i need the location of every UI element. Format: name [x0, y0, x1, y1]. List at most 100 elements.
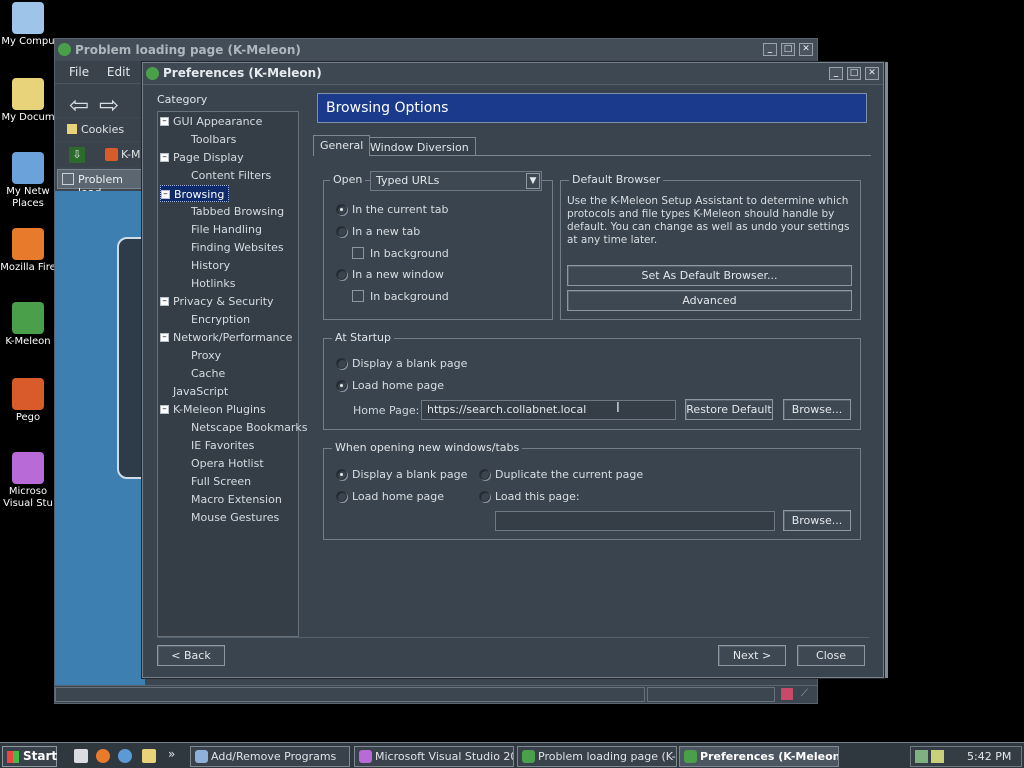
- forward-arrow-icon[interactable]: ⇨: [99, 91, 119, 119]
- tree-collapse-icon[interactable]: –: [160, 404, 169, 414]
- prefs-titlebar[interactable]: Preferences (K-Meleon) _ □ ✕: [143, 63, 883, 85]
- radio-new-blank[interactable]: Display a blank page: [336, 468, 467, 482]
- tree-collapse-icon[interactable]: –: [160, 296, 169, 306]
- next-button[interactable]: Next >: [718, 645, 786, 666]
- maximize-button[interactable]: □: [781, 43, 795, 56]
- back-window-scrollbar[interactable]: [884, 62, 888, 678]
- search-quicklaunch-icon[interactable]: [142, 749, 156, 763]
- taskbar-app-icon: [195, 750, 208, 763]
- tree-item[interactable]: Full Screen: [191, 473, 251, 490]
- taskbar-button-label: Add/Remove Programs: [211, 750, 337, 763]
- radio-new-window[interactable]: In a new window: [336, 268, 444, 282]
- radio-current-tab[interactable]: In the current tab: [336, 203, 448, 217]
- menu-edit[interactable]: Edit: [107, 65, 130, 79]
- tree-item[interactable]: File Handling: [191, 221, 262, 238]
- tree-item[interactable]: Content Filters: [191, 167, 271, 184]
- bookmark-cookies[interactable]: Cookies: [81, 123, 124, 136]
- tree-item[interactable]: Netscape Bookmarks: [191, 419, 308, 436]
- start-button[interactable]: Start: [2, 746, 57, 767]
- checkbox-tab-background[interactable]: In background: [352, 247, 449, 261]
- tree-item[interactable]: – Privacy & Security: [160, 293, 274, 310]
- back-window-titlebar[interactable]: Problem loading page (K-Meleon) _ □ ✕: [55, 39, 817, 61]
- show-desktop-icon[interactable]: [74, 749, 88, 763]
- tree-item[interactable]: Hotlinks: [191, 275, 236, 292]
- advanced-button[interactable]: Advanced: [567, 290, 852, 311]
- open-select[interactable]: Typed URLs ▼: [370, 171, 542, 191]
- monitor-tray-icon[interactable]: [931, 750, 944, 763]
- tree-item[interactable]: – GUI Appearance: [160, 113, 262, 130]
- firefox-quicklaunch-icon[interactable]: [96, 749, 110, 763]
- tree-collapse-icon[interactable]: –: [160, 332, 169, 342]
- desktop-icon[interactable]: K-Meleon: [0, 302, 56, 348]
- radio-startup-home[interactable]: Load home page: [336, 379, 444, 393]
- tree-item[interactable]: IE Favorites: [191, 437, 254, 454]
- tree-collapse-icon[interactable]: –: [161, 189, 170, 199]
- tree-collapse-icon[interactable]: –: [160, 152, 169, 162]
- tree-item[interactable]: – K-Meleon Plugins: [160, 401, 266, 418]
- radio-load-this-page[interactable]: Load this page:: [479, 490, 580, 504]
- radio-new-home[interactable]: Load home page: [336, 490, 444, 504]
- download-icon[interactable]: ⇩: [69, 147, 85, 163]
- tree-item[interactable]: – Browsing: [160, 185, 230, 202]
- set-default-browser-button[interactable]: Set As Default Browser...: [567, 265, 852, 286]
- tree-item[interactable]: JavaScript: [173, 383, 228, 400]
- radio-new-home-label: Load home page: [352, 490, 445, 503]
- tree-item[interactable]: Macro Extension: [191, 491, 282, 508]
- chevron-down-icon[interactable]: ▼: [526, 173, 540, 189]
- radio-new-tab[interactable]: In a new tab: [336, 225, 420, 239]
- tree-item[interactable]: Tabbed Browsing: [191, 203, 284, 220]
- restore-default-button[interactable]: Restore Default: [685, 399, 773, 420]
- open-group: Open Typed URLs ▼ In the current tab In …: [323, 171, 553, 320]
- checkbox-window-background-label: In background: [370, 290, 449, 303]
- load-page-input[interactable]: [495, 511, 775, 531]
- bottom-divider: [157, 637, 869, 638]
- radio-duplicate-page[interactable]: Duplicate the current page: [479, 468, 643, 482]
- tab-panel: Open Typed URLs ▼ In the current tab In …: [313, 155, 871, 635]
- desktop-icon[interactable]: My Docum: [0, 78, 56, 124]
- quicklaunch-more-icon[interactable]: »: [168, 747, 175, 761]
- tree-item-label: File Handling: [191, 223, 262, 236]
- desktop-icon[interactable]: Microso Visual Stu: [0, 452, 56, 510]
- startup-browse-button[interactable]: Browse...: [783, 399, 851, 420]
- back-button[interactable]: < Back: [157, 645, 225, 666]
- tree-item[interactable]: Finding Websites: [191, 239, 284, 256]
- home-page-input[interactable]: https://search.collabnet.local: [421, 400, 676, 420]
- minimize-button[interactable]: _: [763, 43, 777, 56]
- desktop-icon[interactable]: My Netw Places: [0, 152, 56, 210]
- desktop-icon[interactable]: My Compu: [0, 2, 56, 48]
- maximize-button[interactable]: □: [847, 67, 861, 80]
- category-tree[interactable]: – GUI Appearance Toolbars – Page Display Cont…: [157, 111, 308, 637]
- checkbox-window-background[interactable]: In background: [352, 290, 449, 304]
- menu-file[interactable]: File: [69, 65, 89, 79]
- back-arrow-icon[interactable]: ⇦: [69, 91, 89, 119]
- tree-collapse-icon[interactable]: –: [160, 116, 169, 126]
- tree-item[interactable]: – Network/Performance: [160, 329, 292, 346]
- taskbar-button[interactable]: Problem loading page (K-...: [517, 746, 677, 767]
- new-windows-browse-button[interactable]: Browse...: [783, 510, 851, 531]
- tree-item[interactable]: Cache: [191, 365, 225, 382]
- taskbar-button[interactable]: Preferences (K-Meleon): [679, 746, 839, 767]
- tree-item[interactable]: Opera Hotlist: [191, 455, 264, 472]
- tree-item[interactable]: History: [191, 257, 230, 274]
- network-tray-icon[interactable]: [915, 750, 928, 763]
- close-icon[interactable]: ✕: [865, 67, 879, 80]
- close-icon[interactable]: ✕: [799, 43, 813, 56]
- clock[interactable]: 5:42 PM: [967, 750, 1011, 763]
- minimize-button[interactable]: _: [829, 67, 843, 80]
- taskbar-button[interactable]: Add/Remove Programs: [190, 746, 350, 767]
- ie-quicklaunch-icon[interactable]: [118, 749, 132, 763]
- tab-general[interactable]: General: [313, 135, 371, 156]
- tree-item[interactable]: Proxy: [191, 347, 221, 364]
- desktop-icon-label: Pego: [15, 412, 41, 423]
- tree-item[interactable]: Toolbars: [191, 131, 236, 148]
- desktop-icon[interactable]: Pego: [0, 378, 56, 424]
- taskbar-button[interactable]: Microsoft Visual Studio 20...: [354, 746, 514, 767]
- tree-item[interactable]: – Page Display: [160, 149, 244, 166]
- radio-startup-blank[interactable]: Display a blank page: [336, 357, 467, 371]
- tree-item[interactable]: Mouse Gestures: [191, 509, 279, 526]
- tree-item[interactable]: Encryption: [191, 311, 250, 328]
- resize-grip-icon[interactable]: ⟋: [801, 688, 808, 699]
- tab-window-diversion[interactable]: Window Diversion: [363, 137, 476, 156]
- desktop-icon[interactable]: Mozilla Fire: [0, 228, 56, 274]
- close-button[interactable]: Close: [797, 645, 865, 666]
